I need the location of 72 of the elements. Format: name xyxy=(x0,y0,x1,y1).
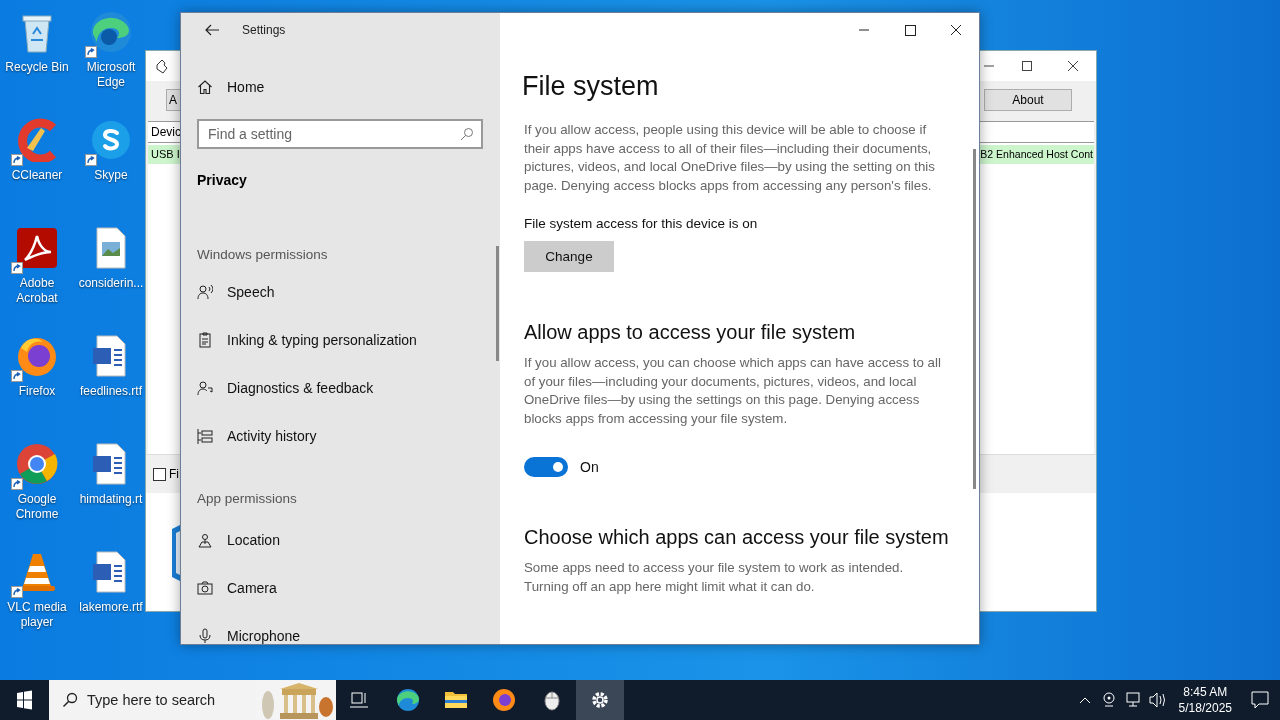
toggle-switch[interactable] xyxy=(524,457,568,477)
round-logo-icon[interactable] xyxy=(89,118,133,162)
person-feedback-icon xyxy=(197,380,213,396)
camera-icon xyxy=(197,580,213,596)
nav-label: Home xyxy=(227,79,265,95)
checkbox[interactable] xyxy=(153,467,166,481)
location-icon xyxy=(197,532,213,548)
nav-label: Camera xyxy=(227,580,277,596)
toggle-label: On xyxy=(580,459,599,475)
microphone-icon xyxy=(197,628,213,644)
icon-label: Google Chrome xyxy=(14,492,60,522)
icon-label: Firefox xyxy=(17,384,57,399)
nav-label: Activity history xyxy=(227,428,317,444)
description: If you allow access, people using this device will be able to choose if their apps have access to all of their files—including their documents, pictures, videos, and local OneDrive files—by using the setting on this page. Denying access blocks apps from accessing any person's files. xyxy=(524,121,936,195)
nav-label: Location xyxy=(227,532,280,548)
nav-item[interactable]: Speech xyxy=(197,268,484,316)
clock-time[interactable]: 8:45 AM xyxy=(1183,684,1228,700)
nav-item[interactable]: Microphone xyxy=(197,612,484,644)
scrollbar-thumb[interactable] xyxy=(973,149,976,489)
about-button[interactable]: About xyxy=(984,89,1072,111)
icon-label: Skype xyxy=(93,168,129,183)
document-app-icon[interactable] xyxy=(15,226,59,270)
close-icon[interactable] xyxy=(1067,60,1079,72)
clipboard-icon xyxy=(197,332,213,348)
section-title: Privacy xyxy=(197,171,248,190)
scrollbar-thumb[interactable] xyxy=(496,246,499,361)
maximize-icon[interactable] xyxy=(1021,60,1033,72)
group-heading: App permissions xyxy=(197,490,298,508)
checkbox-label: Fi xyxy=(169,467,179,481)
nav-item[interactable]: Home xyxy=(197,63,484,111)
change-button[interactable]: Change xyxy=(524,241,614,272)
nav-item[interactable]: Camera xyxy=(197,564,484,612)
broom-icon[interactable] xyxy=(15,118,59,162)
section-heading: Choose which apps can access your file system xyxy=(524,525,949,550)
status-text: File system access for this device is on xyxy=(524,215,759,233)
nav-label: Inking & typing personalization xyxy=(227,332,417,348)
window-title: Settings xyxy=(242,23,286,37)
page-title: File system xyxy=(522,70,660,103)
timeline-icon xyxy=(197,428,213,444)
group-heading: Windows permissions xyxy=(197,246,329,264)
section-heading: Allow apps to access your file system xyxy=(524,320,857,345)
search-icon xyxy=(460,127,474,141)
toolbar-button[interactable]: A xyxy=(166,89,180,111)
icon-label: feedlines.rtf xyxy=(78,384,143,399)
nav-label: Speech xyxy=(227,284,275,300)
nav-label: Diagnostics & feedback xyxy=(227,380,374,396)
icon-label: himdating.rt xyxy=(78,492,144,507)
list-cell[interactable]: USB I xyxy=(148,145,180,164)
description: If you allow access, you can choose which apps can have access to all of your files—including your documents, pictures, videos, and local OneDrive files—by using the settings on this page. Denying access blocks apps from accessing your file system. xyxy=(524,354,942,428)
nav-item[interactable]: Inking & typing personalization xyxy=(197,316,484,364)
back-arrow-icon[interactable] xyxy=(204,22,220,38)
speaking-person-icon xyxy=(197,284,213,300)
column-header[interactable]: Devic xyxy=(148,125,181,139)
icon-label: VLC media player xyxy=(6,600,68,630)
nav-label: Microphone xyxy=(227,628,301,644)
nav-item[interactable]: Location xyxy=(197,516,484,564)
icon-label: lakemore.rtf xyxy=(78,600,144,615)
settings-icon[interactable] xyxy=(576,680,624,720)
icon-label: CCleaner xyxy=(10,168,64,183)
nav-item[interactable]: Diagnostics & feedback xyxy=(197,364,484,412)
nav-item[interactable]: Activity history xyxy=(197,412,484,460)
search-icon xyxy=(62,692,78,708)
search-field[interactable]: Find a setting xyxy=(197,119,483,149)
icon-label: Microsoft Edge xyxy=(85,60,137,90)
icon-label: Recycle Bin xyxy=(4,60,70,75)
icon-label: considerin... xyxy=(77,276,145,291)
clock-date[interactable]: 5/18/2025 xyxy=(1178,700,1232,716)
home-icon xyxy=(197,79,213,95)
icon-label: Adobe Acrobat xyxy=(15,276,59,306)
chrome-icon[interactable] xyxy=(15,442,59,486)
description: Some apps need to access your file system to work as intended. Turning off an app here might limit what it can do. xyxy=(524,559,905,596)
list-cell[interactable]: B2 Enhanced Host Cont xyxy=(978,145,1094,164)
